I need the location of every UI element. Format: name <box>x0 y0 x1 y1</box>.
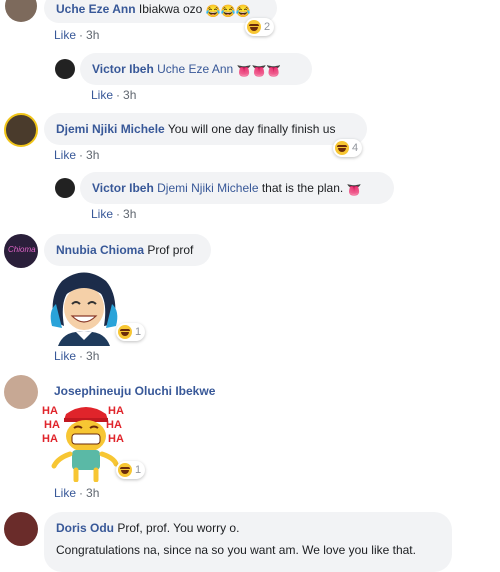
timestamp[interactable]: 3h <box>86 28 99 42</box>
comment-author[interactable]: Josephineuju Oluchi Ibekwe <box>54 384 215 398</box>
avatar[interactable] <box>5 0 37 22</box>
comment-text: Prof prof <box>147 243 194 257</box>
comment-bubble: Djemi Njiki Michele You will one day fin… <box>44 113 367 145</box>
comment-author[interactable]: Doris Odu <box>56 521 114 535</box>
haha-icon <box>118 325 132 339</box>
reaction-badge[interactable]: 2 <box>245 18 275 36</box>
reaction-count: 4 <box>352 142 359 154</box>
avatar[interactable] <box>55 178 75 198</box>
svg-text:HA: HA <box>108 433 124 445</box>
emoji-tongue: 👅 <box>346 183 362 197</box>
comment-text: You will one day finally finish us <box>167 122 336 136</box>
emoji-tongue: 👅👅👅 <box>236 64 282 78</box>
comment-author-line: Josephineuju Oluchi Ibekwe <box>54 383 215 399</box>
avatar[interactable]: Chioma <box>4 234 38 268</box>
avatar[interactable] <box>55 59 75 79</box>
comment-author[interactable]: Djemi Njiki Michele <box>56 122 165 136</box>
svg-text:HA: HA <box>42 405 58 417</box>
like-link[interactable]: Like <box>54 349 76 363</box>
reaction-badge[interactable]: 4 <box>333 139 363 157</box>
timestamp[interactable]: 3h <box>86 148 99 162</box>
comment-meta: Like · 3h <box>54 148 100 162</box>
sticker-image[interactable] <box>44 266 124 346</box>
svg-text:HA: HA <box>44 419 60 431</box>
comment-meta: Like · 3h <box>91 88 137 102</box>
svg-text:HA: HA <box>106 419 122 431</box>
timestamp[interactable]: 3h <box>123 88 136 102</box>
like-link[interactable]: Like <box>91 88 113 102</box>
comment-text: that is the plan. <box>261 181 344 195</box>
like-link[interactable]: Like <box>54 486 76 500</box>
comment-bubble: Doris Odu Prof, prof. You worry o. Congr… <box>44 512 452 572</box>
reaction-count: 1 <box>135 464 142 476</box>
comment-author[interactable]: Victor Ibeh <box>92 62 154 76</box>
comment-author[interactable]: Nnubia Chioma <box>56 243 144 257</box>
svg-text:HA: HA <box>42 433 58 445</box>
mention-link[interactable]: Djemi Njiki Michele <box>157 181 258 195</box>
avatar[interactable] <box>4 375 38 409</box>
haha-icon <box>335 141 349 155</box>
haha-icon <box>118 463 132 477</box>
comment-meta: Like · 3h <box>54 486 100 500</box>
comment-text: Ibiakwa ozo <box>138 2 203 16</box>
timestamp[interactable]: 3h <box>123 207 136 221</box>
reaction-badge[interactable]: 1 <box>116 323 146 341</box>
like-link[interactable]: Like <box>54 28 76 42</box>
comment-author[interactable]: Victor Ibeh <box>92 181 154 195</box>
comment-text: Prof, prof. You worry o. <box>117 521 240 535</box>
emoji-laughing: 😂😂😂 <box>205 4 251 18</box>
reaction-count: 1 <box>135 326 142 338</box>
like-link[interactable]: Like <box>91 207 113 221</box>
reply-bubble: Victor Ibeh Uche Eze Ann 👅👅👅 <box>80 53 312 85</box>
comment-meta: Like · 3h <box>54 28 100 42</box>
comment-author[interactable]: Uche Eze Ann <box>56 2 136 16</box>
reaction-count: 2 <box>264 21 271 33</box>
comment-bubble: Nnubia Chioma Prof prof <box>44 234 211 266</box>
haha-icon <box>247 20 261 34</box>
avatar[interactable] <box>4 512 38 546</box>
comment-text-continued: Congratulations na, since na so you want… <box>56 543 416 557</box>
avatar[interactable] <box>4 113 38 147</box>
timestamp[interactable]: 3h <box>86 486 99 500</box>
reply-bubble: Victor Ibeh Djemi Njiki Michele that is … <box>80 172 394 204</box>
comment-meta: Like · 3h <box>54 349 100 363</box>
like-link[interactable]: Like <box>54 148 76 162</box>
mention-link[interactable]: Uche Eze Ann <box>157 62 233 76</box>
timestamp[interactable]: 3h <box>86 349 99 363</box>
comment-meta: Like · 3h <box>91 207 137 221</box>
svg-text:HA: HA <box>108 405 124 417</box>
reaction-badge[interactable]: 1 <box>116 461 146 479</box>
comment-bubble: Uche Eze Ann Ibiakwa ozo 😂😂😂 <box>44 0 277 23</box>
